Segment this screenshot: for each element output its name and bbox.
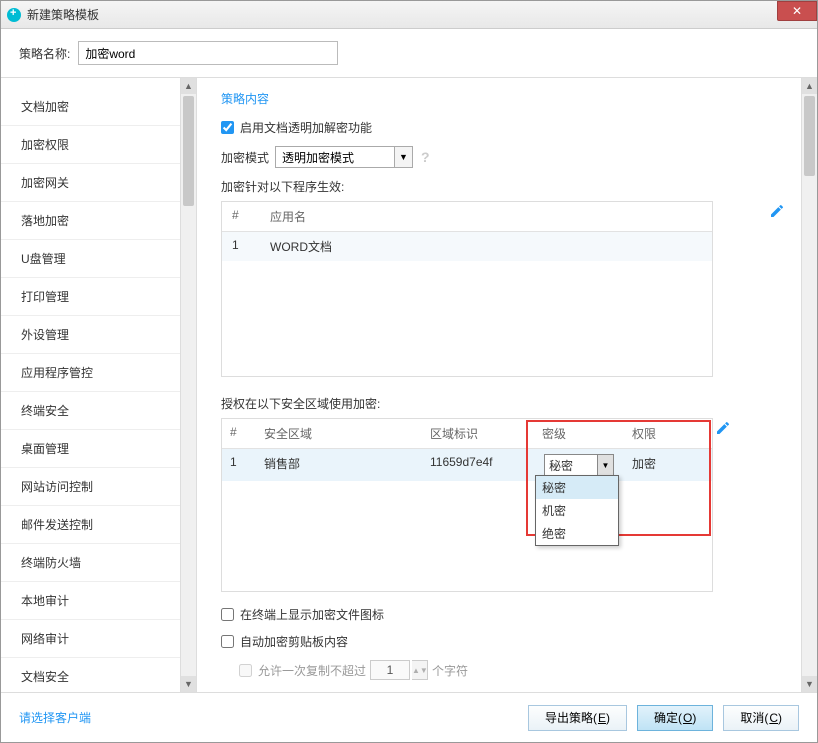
zones-th-num: # [222,419,256,448]
export-policy-button[interactable]: 导出策略(E) [528,705,627,731]
pencil-icon [769,203,785,219]
app-icon [7,8,21,22]
sidebar-item[interactable]: 网站访问控制 [1,468,180,506]
mode-label: 加密模式 [221,149,269,166]
scroll-down-icon[interactable]: ▼ [181,676,196,692]
apps-th-num: # [222,202,260,231]
auto-clipboard-row: 自动加密剪贴板内容 [221,633,781,650]
apps-th-name: 应用名 [260,202,712,231]
auto-clipboard-label: 自动加密剪贴板内容 [240,633,348,650]
enable-encryption-label: 启用文档透明加解密功能 [240,119,372,136]
sidebar-item[interactable]: 打印管理 [1,278,180,316]
sidebar-item[interactable]: 桌面管理 [1,430,180,468]
cell-num: 1 [222,232,260,261]
zones-heading: 授权在以下安全区域使用加密: [221,395,781,412]
level-dropdown[interactable]: 秘密机密绝密 [535,475,619,546]
show-icon-checkbox[interactable] [221,608,234,621]
table-row[interactable]: 1销售部11659d7e4f 秘密▼ 加密 [222,449,712,481]
ok-button[interactable]: 确定(O) [637,705,713,731]
auto-clipboard-checkbox[interactable] [221,635,234,648]
policy-name-row: 策略名称: [1,29,817,77]
cell-num: 1 [222,449,256,481]
sidebar-item[interactable]: 本地审计 [1,582,180,620]
copy-limit-row: 允许一次复制不超过 ▲▼ 个字符 [239,660,781,680]
policy-name-input[interactable] [78,41,338,65]
enable-encryption-checkbox[interactable] [221,121,234,134]
chevron-down-icon[interactable]: ▼ [597,455,613,475]
scroll-thumb[interactable] [183,96,194,206]
titlebar: 新建策略模板 ✕ [1,1,817,29]
apps-table: # 应用名 1WORD文档 [221,201,713,377]
copy-limit-value [370,660,410,680]
sidebar-item[interactable]: 文档加密 [1,88,180,126]
copy-limit-after: 个字符 [432,662,468,679]
copy-limit-checkbox [239,664,252,677]
sidebar-item[interactable]: 邮件发送控制 [1,506,180,544]
copy-limit-before: 允许一次复制不超过 [258,662,366,679]
zones-edit-button[interactable] [715,420,731,436]
scroll-thumb[interactable] [804,96,815,176]
dropdown-option[interactable]: 机密 [536,499,618,522]
sidebar-item[interactable]: 网络审计 [1,620,180,658]
enable-encryption-row: 启用文档透明加解密功能 [221,119,781,136]
sidebar-scrollbar[interactable]: ▲ ▼ [180,78,196,692]
zones-th-id: 区域标识 [422,419,534,448]
mode-select-input[interactable] [275,146,395,168]
sidebar-item[interactable]: 加密网关 [1,164,180,202]
sidebar-item[interactable]: 外设管理 [1,316,180,354]
table-row[interactable]: 1WORD文档 [222,232,712,261]
cell-perm: 加密 [624,449,712,481]
dialog-window: 新建策略模板 ✕ 策略名称: 文档加密加密权限加密网关落地加密U盘管理打印管理外… [0,0,818,743]
content-pane: 策略内容 启用文档透明加解密功能 加密模式 ▼ ? 加密针对以下程序生效: [197,78,801,692]
cell-id: 11659d7e4f [422,449,534,481]
level-select[interactable]: 秘密▼ [544,454,614,476]
sidebar-item[interactable]: 应用程序管控 [1,354,180,392]
scroll-up-icon[interactable]: ▲ [181,78,196,94]
dropdown-option[interactable]: 绝密 [536,522,618,545]
category-sidebar: 文档加密加密权限加密网关落地加密U盘管理打印管理外设管理应用程序管控终端安全桌面… [1,78,180,692]
sidebar-item[interactable]: 加密权限 [1,126,180,164]
section-title: 策略内容 [221,90,781,107]
sidebar-item[interactable]: 终端防火墙 [1,544,180,582]
window-title: 新建策略模板 [27,6,99,23]
mode-row: 加密模式 ▼ ? [221,146,781,168]
zones-table: # 安全区域 区域标识 密级 权限 1销售部11659d7e4f秘密▼加密 秘密… [221,418,713,592]
copy-limit-spinner: ▲▼ [412,660,428,680]
pencil-icon [715,420,731,436]
zones-th-level: 密级 [534,419,624,448]
dropdown-option[interactable]: 秘密 [536,476,618,499]
sidebar-item[interactable]: 终端安全 [1,392,180,430]
cell-app: WORD文档 [260,232,712,261]
mode-select-arrow[interactable]: ▼ [395,146,413,168]
help-icon[interactable]: ? [421,149,430,165]
content-scrollbar[interactable]: ▲ ▼ [801,78,817,692]
zones-th-perm: 权限 [624,419,712,448]
sidebar-item[interactable]: U盘管理 [1,240,180,278]
scroll-up-icon[interactable]: ▲ [802,78,817,94]
close-button[interactable]: ✕ [777,1,817,21]
sidebar-item[interactable]: 落地加密 [1,202,180,240]
policy-name-label: 策略名称: [19,45,70,62]
scroll-down-icon[interactable]: ▼ [802,676,817,692]
dialog-footer: 请选择客户端 导出策略(E) 确定(O) 取消(C) [1,692,817,742]
cancel-button[interactable]: 取消(C) [723,705,799,731]
show-icon-row: 在终端上显示加密文件图标 [221,606,781,623]
zones-th-area: 安全区域 [256,419,422,448]
cell-area: 销售部 [256,449,422,481]
select-client-link[interactable]: 请选择客户端 [19,709,91,726]
show-icon-label: 在终端上显示加密文件图标 [240,606,384,623]
sidebar-item[interactable]: 文档安全 [1,658,180,692]
apps-edit-button[interactable] [769,203,785,219]
apps-heading: 加密针对以下程序生效: [221,178,781,195]
